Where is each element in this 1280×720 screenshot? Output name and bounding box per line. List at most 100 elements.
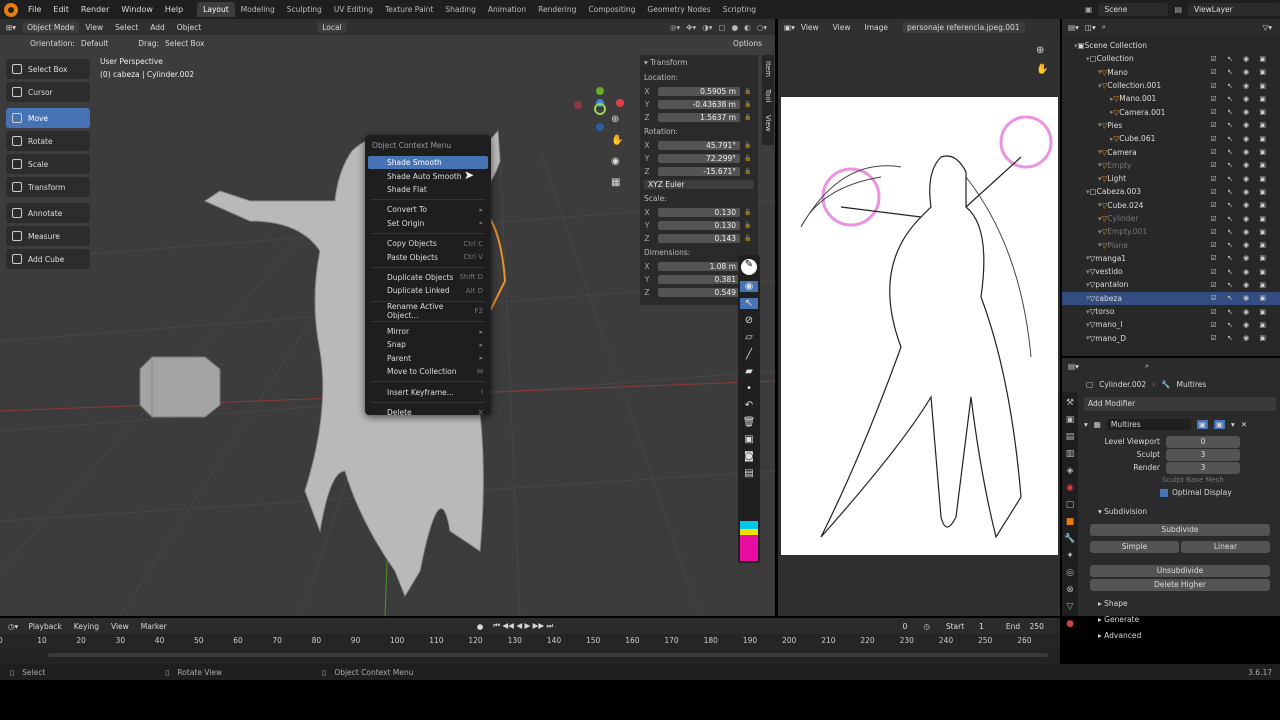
material-tab-icon[interactable]: ● bbox=[1066, 619, 1074, 629]
gizmo-icon[interactable]: ✥▾ bbox=[686, 23, 696, 32]
visibility-icon[interactable]: ◎▾ bbox=[670, 23, 680, 32]
viewport-menu-select[interactable]: Select bbox=[115, 23, 138, 32]
workspace-tab-modeling[interactable]: Modeling bbox=[235, 2, 281, 17]
location-z-field[interactable]: 1.5637 m bbox=[658, 113, 740, 122]
scene-icon[interactable]: ▣ bbox=[1085, 5, 1093, 14]
editor-type-icon[interactable]: ⊞▾ bbox=[6, 23, 16, 32]
workspace-tab-compositing[interactable]: Compositing bbox=[582, 2, 641, 17]
location-x-field[interactable]: 0.5905 m bbox=[658, 87, 740, 96]
multires-render-field[interactable]: 3 bbox=[1166, 461, 1240, 474]
scale-x-field[interactable]: 0.130 bbox=[658, 208, 740, 217]
particles-tab-icon[interactable]: ✦ bbox=[1066, 551, 1074, 561]
tool-annotate[interactable]: Annotate bbox=[6, 203, 90, 223]
lock-icon[interactable]: 🔓 bbox=[744, 209, 758, 216]
tool-move[interactable]: Move bbox=[6, 108, 90, 128]
image-menu-image[interactable]: Image bbox=[864, 23, 888, 32]
outliner-item-scene-collection[interactable]: ▾ ▣ Scene Collection bbox=[1062, 39, 1280, 52]
object-tab-icon[interactable]: ■ bbox=[1066, 517, 1075, 527]
scene-field[interactable]: Scene bbox=[1098, 3, 1169, 16]
grid-view-icon[interactable]: ▦ bbox=[611, 177, 623, 188]
visibility-toggles[interactable]: ☑ ↖ ◉ ▣ bbox=[1210, 308, 1270, 316]
transform-panel-title[interactable]: ▾ Transform bbox=[640, 55, 758, 70]
display-mode-icon[interactable]: ◫▾ bbox=[1085, 23, 1096, 32]
context-item-set-origin[interactable]: Set Origin ▸ bbox=[365, 217, 491, 230]
optimal-display-checkbox[interactable] bbox=[1160, 488, 1168, 497]
context-item-delete[interactable]: Delete X bbox=[365, 406, 491, 419]
lock-icon[interactable]: 🔓 bbox=[744, 114, 758, 121]
xray-icon[interactable]: ▢ bbox=[719, 23, 726, 32]
timeline-menu-playback[interactable]: Playback bbox=[28, 622, 61, 631]
visibility-toggles[interactable]: ☑ ↖ ◉ ▣ bbox=[1210, 108, 1270, 116]
outliner-item-cabeza[interactable]: ▾ ▽ cabeza ☑ ↖ ◉ ▣ bbox=[1062, 291, 1280, 305]
panel-advanced[interactable]: ▸ Advanced bbox=[1098, 631, 1280, 647]
color-swatches[interactable] bbox=[740, 521, 758, 561]
outliner-item-pantalon[interactable]: ▾ ▽ pantalon ☑ ↖ ◉ ▣ bbox=[1062, 278, 1280, 291]
outliner-item-pies[interactable]: ▾ ▽ Pies ☑ ↖ ◉ ▣ bbox=[1062, 119, 1280, 132]
outliner-item-plane[interactable]: ▾ ▽ Plane ☑ ↖ ◉ ▣ bbox=[1062, 238, 1280, 251]
sidebar-tab-tool[interactable]: Tool bbox=[764, 89, 772, 103]
outliner-item-camera[interactable]: ▾ ▽ Camera ☑ ↖ ◉ ▣ bbox=[1062, 145, 1280, 158]
visibility-toggles[interactable]: ☑ ↖ ◉ ▣ bbox=[1210, 201, 1270, 209]
add-modifier-button[interactable]: Add Modifier bbox=[1084, 397, 1276, 411]
dropdown-icon[interactable]: ▾ bbox=[1231, 420, 1235, 429]
visibility-toggles[interactable]: ☑ ↖ ◉ ▣ bbox=[1210, 148, 1270, 156]
output-tab-icon[interactable]: ▤ bbox=[1066, 432, 1075, 442]
sculpt-base-mesh[interactable]: Sculpt Base Mesh bbox=[1162, 476, 1280, 484]
image-editor-type-icon[interactable]: ▣▾ bbox=[784, 23, 795, 32]
world-tab-icon[interactable]: ◉ bbox=[1066, 483, 1074, 493]
outliner-item-vestido[interactable]: ▾ ▽ vestido ☑ ↖ ◉ ▣ bbox=[1062, 265, 1280, 278]
lock-icon[interactable]: 🔓 bbox=[744, 235, 758, 242]
constraints-tab-icon[interactable]: ⊗ bbox=[1066, 585, 1074, 595]
visibility-toggles[interactable]: ☑ ↖ ◉ ▣ bbox=[1210, 175, 1270, 183]
outliner-item-light[interactable]: ▾ ▽ Light ☑ ↖ ◉ ▣ bbox=[1062, 172, 1280, 185]
subdivision-panel[interactable]: ▾ Subdivision bbox=[1098, 507, 1280, 516]
context-item-rename-active-object[interactable]: Rename Active Object... F2 bbox=[365, 302, 491, 320]
context-item-mirror[interactable]: Mirror ▸ bbox=[365, 325, 491, 338]
mode-select[interactable]: Object Mode bbox=[22, 21, 80, 33]
filter-icon[interactable]: ▽▾ bbox=[1262, 23, 1280, 32]
menu-window[interactable]: Window bbox=[115, 5, 159, 14]
outliner-search-icon[interactable]: ⌕ bbox=[1102, 22, 1106, 32]
view-layer-tab-icon[interactable]: ▥ bbox=[1066, 449, 1075, 459]
simple-button[interactable]: Simple bbox=[1090, 541, 1179, 553]
context-item-duplicate-objects[interactable]: Duplicate Objects Shift D bbox=[365, 271, 491, 284]
end-frame-field[interactable]: End 250 bbox=[999, 619, 1050, 633]
properties-editor[interactable]: ▤▾ ⌕ ▢ Cylinder.002 › 🔧 Multires Add Mod… bbox=[1062, 358, 1280, 640]
options-button[interactable]: Options bbox=[728, 37, 767, 49]
tool-transform[interactable]: Transform bbox=[6, 177, 90, 197]
visibility-toggles[interactable]: ☑ ↖ ◉ ▣ bbox=[1210, 82, 1270, 90]
visibility-toggles[interactable]: ☑ ↖ ◉ ▣ bbox=[1210, 268, 1270, 276]
linear-button[interactable]: Linear bbox=[1181, 541, 1270, 553]
properties-type-icon[interactable]: ▤▾ bbox=[1068, 362, 1079, 371]
timeline-menu-keying[interactable]: Keying bbox=[74, 622, 99, 631]
outliner-item-mano[interactable]: ▾ ▽ Mano ☑ ↖ ◉ ▣ bbox=[1062, 66, 1280, 79]
orientation-select[interactable]: Default bbox=[81, 39, 108, 48]
visibility-toggles[interactable]: ☑ ↖ ◉ ▣ bbox=[1210, 241, 1270, 249]
lock-icon[interactable]: 🔓 bbox=[744, 88, 758, 95]
trash-icon[interactable]: 🗑 bbox=[743, 417, 756, 428]
eye-icon[interactable]: ◉ bbox=[740, 281, 758, 292]
camera-icon[interactable]: ◙ bbox=[744, 451, 754, 462]
visibility-toggles[interactable]: ☑ ↖ ◉ ▣ bbox=[1210, 228, 1270, 236]
dot-icon[interactable]: • bbox=[746, 383, 752, 394]
rotation-z-field[interactable]: -15.671° bbox=[658, 167, 740, 176]
context-item-convert-to[interactable]: Convert To ▸ bbox=[365, 203, 491, 216]
visibility-toggles[interactable]: ☑ ↖ ◉ ▣ bbox=[1210, 215, 1270, 223]
expand-icon[interactable]: ▾ bbox=[1084, 420, 1088, 429]
context-item-shade-flat[interactable]: Shade Flat bbox=[365, 183, 491, 196]
multires-level-viewport-field[interactable]: 0 bbox=[1166, 435, 1240, 448]
sidebar-tab-item[interactable]: Item bbox=[764, 61, 772, 77]
workspace-tab-animation[interactable]: Animation bbox=[482, 2, 532, 17]
frame-ruler[interactable]: 0 10 20 30 40 50 60 70 80 90 100 110 120 130 140 150 160… bbox=[0, 634, 1060, 648]
dimensions-z-field[interactable]: 0.549 bbox=[658, 288, 740, 297]
context-item-move-to-collection[interactable]: Move to Collection M bbox=[365, 365, 491, 378]
tool-tab-icon[interactable]: ⚒ bbox=[1066, 398, 1074, 408]
outliner-type-icon[interactable]: ▤▾ bbox=[1068, 23, 1079, 32]
subdivide-button[interactable]: Subdivide bbox=[1090, 524, 1270, 536]
outliner-item-collection[interactable]: ▾ ▢ Collection ☑ ↖ ◉ ▣ bbox=[1062, 52, 1280, 65]
physics-tab-icon[interactable]: ◎ bbox=[1066, 568, 1074, 578]
outliner-item-cube-061[interactable]: ▸ ▽ Cube.061 ☑ ↖ ◉ ▣ bbox=[1062, 132, 1280, 145]
timeline-menu-view[interactable]: View bbox=[111, 622, 129, 631]
workspace-tab-scripting[interactable]: Scripting bbox=[717, 2, 762, 17]
rotation-mode-select[interactable]: XYZ Euler bbox=[644, 180, 754, 189]
